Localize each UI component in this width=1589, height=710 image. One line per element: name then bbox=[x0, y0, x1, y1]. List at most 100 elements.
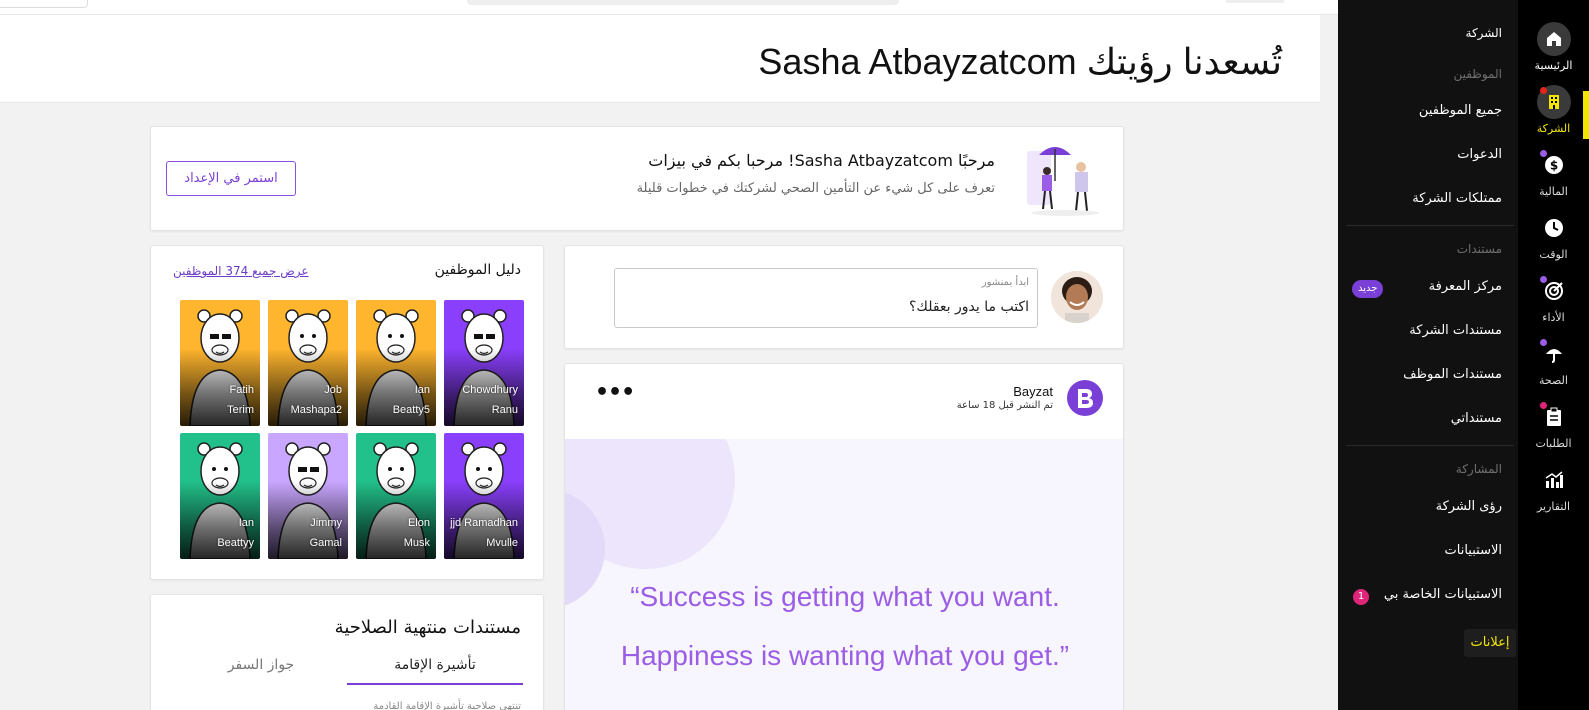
nav-reports[interactable]: التقارير bbox=[1518, 463, 1589, 513]
nav-requests[interactable]: الطلبات bbox=[1518, 400, 1589, 450]
chart-icon bbox=[1537, 463, 1571, 497]
menu-item-company-assets[interactable]: ممتلكات الشركة bbox=[1412, 191, 1502, 206]
quote-line-1: “Success is getting what you want. bbox=[630, 581, 1060, 612]
onboarding-illustration bbox=[1027, 147, 1099, 216]
menu-item-all-employees[interactable]: جميع الموظفين bbox=[1419, 103, 1502, 118]
continue-setup-button[interactable]: استمر في الإعداد bbox=[166, 161, 296, 196]
menu-item-my-surveys[interactable]: الاستبيانات الخاصة بي bbox=[1384, 587, 1502, 602]
menu-section-engagement: المشاركة bbox=[1455, 462, 1502, 476]
employee-first-name: Fatih bbox=[229, 384, 254, 396]
menu-header-company: الشركة bbox=[1465, 26, 1502, 40]
nav-finance-label: المالية bbox=[1539, 185, 1568, 198]
employee-first-name: Job bbox=[324, 384, 342, 396]
feed-post-card: Bayzat تم النشر قبل 18 ساعة ••• “Success… bbox=[564, 363, 1124, 710]
menu-item-employee-documents[interactable]: مستندات الموظف bbox=[1403, 367, 1502, 382]
main-nav-rail: الرئيسية الشركة $ المالية الوقت الأداء ا… bbox=[1518, 0, 1589, 710]
directory-title: دليل الموظفين bbox=[434, 262, 521, 278]
document-row-text: تنتهي صلاحية تأشيرة الإقامة القادمة bbox=[373, 701, 521, 710]
umbrella-icon bbox=[1537, 337, 1571, 371]
active-nav-indicator bbox=[1583, 91, 1589, 139]
menu-item-announcements[interactable]: إعلانات bbox=[1464, 629, 1516, 657]
employee-tile[interactable]: Job Mashapa2 bbox=[268, 300, 348, 426]
company-menu-panel: الشركة الموظفين جميع الموظفين الدعوات مم… bbox=[1338, 0, 1518, 710]
employee-first-name: Ian bbox=[414, 384, 430, 396]
employee-first-name: Chowdhury bbox=[462, 384, 518, 396]
welcome-subtitle: تعرف على كل شيء عن التأمين الصحي لشركتك … bbox=[636, 181, 995, 196]
welcome-card: مرحبًا Sasha Atbayzatcom! مرحبا بكم في ب… bbox=[150, 126, 1124, 231]
employee-tile[interactable]: Ian Beatty5 bbox=[356, 300, 436, 426]
employee-last-name: Beattyy bbox=[217, 537, 254, 549]
expired-documents-title: مستندات منتهية الصلاحية bbox=[334, 617, 521, 638]
menu-item-knowledge-center[interactable]: مركز المعرفة bbox=[1429, 279, 1502, 294]
top-search-bar[interactable] bbox=[467, 0, 899, 5]
nav-company-label: الشركة bbox=[1536, 122, 1571, 135]
nav-health[interactable]: الصحة bbox=[1518, 337, 1589, 387]
post-author[interactable]: Bayzat bbox=[1013, 384, 1053, 399]
notification-dot bbox=[1539, 402, 1547, 409]
notification-dot bbox=[1539, 87, 1547, 94]
employee-tile[interactable]: Fatih Terim bbox=[180, 300, 260, 426]
menu-item-invitations[interactable]: الدعوات bbox=[1457, 147, 1502, 162]
nav-health-label: الصحة bbox=[1539, 374, 1568, 387]
nav-company[interactable]: الشركة bbox=[1518, 85, 1589, 135]
nav-performance[interactable]: الأداء bbox=[1518, 274, 1589, 324]
menu-section-employees: الموظفين bbox=[1453, 67, 1502, 81]
nav-time-label: الوقت bbox=[1539, 248, 1568, 261]
employee-tile[interactable]: Elon Musk bbox=[356, 433, 436, 559]
bayzat-logo-icon bbox=[1067, 380, 1103, 416]
clipboard-icon bbox=[1537, 400, 1571, 434]
menu-section-documents: مستندات bbox=[1456, 242, 1502, 256]
employee-tile[interactable]: jjd Ramadhan Mvulle bbox=[444, 433, 524, 559]
home-icon bbox=[1536, 22, 1571, 56]
page-header: تُسعدنا رؤيتك Sasha Atbayzatcom bbox=[0, 15, 1338, 103]
nav-home-label: الرئيسية bbox=[1534, 59, 1573, 72]
main-scrollbar[interactable] bbox=[1320, 15, 1338, 710]
new-badge: جديد bbox=[1352, 280, 1384, 298]
tab-residence-visa[interactable]: تأشيرة الإقامة bbox=[347, 657, 523, 685]
page-title: تُسعدنا رؤيتك Sasha Atbayzatcom bbox=[758, 41, 1282, 82]
notification-dot bbox=[1539, 339, 1547, 346]
employee-tile[interactable]: Chowdhury Ranu bbox=[444, 300, 524, 426]
target-icon bbox=[1537, 274, 1571, 308]
view-all-employees-link[interactable]: عرض جميع 374 الموظفين bbox=[173, 264, 309, 278]
nav-performance-label: الأداء bbox=[1542, 311, 1565, 324]
top-left-control[interactable] bbox=[0, 0, 88, 8]
employee-last-name: Musk bbox=[403, 537, 430, 549]
employee-last-name: Mvulle bbox=[486, 537, 518, 549]
employee-last-name: Beatty5 bbox=[392, 404, 430, 416]
employee-tile[interactable]: Ian Beattyy bbox=[180, 433, 260, 559]
menu-divider bbox=[1346, 225, 1514, 226]
nav-home[interactable]: الرئيسية bbox=[1518, 22, 1589, 72]
nav-time[interactable]: الوقت bbox=[1518, 211, 1589, 261]
nav-requests-label: الطلبات bbox=[1535, 437, 1572, 450]
menu-item-surveys[interactable]: الاستبيانات bbox=[1445, 543, 1502, 558]
nav-finance[interactable]: $ المالية bbox=[1518, 148, 1589, 198]
notification-dot bbox=[1539, 276, 1547, 283]
menu-item-company-insights[interactable]: رؤى الشركة bbox=[1436, 499, 1502, 514]
post-input[interactable]: ابدأ بمنشور اكتب ما يدور بعقلك؟ bbox=[614, 268, 1038, 328]
top-strip bbox=[0, 0, 1338, 15]
menu-item-company-documents[interactable]: مستندات الشركة bbox=[1409, 323, 1502, 338]
employee-tile[interactable]: Jimmy Gamal bbox=[268, 433, 348, 559]
employee-last-name: Ranu bbox=[491, 404, 518, 416]
notification-dot bbox=[1539, 150, 1547, 157]
clock-icon bbox=[1537, 211, 1571, 245]
quote-line-2: Happiness is wanting what you get.” bbox=[620, 640, 1070, 671]
my-surveys-count-badge: 1 bbox=[1353, 589, 1369, 605]
welcome-title: مرحبًا Sasha Atbayzatcom! مرحبا بكم في ب… bbox=[648, 151, 995, 170]
employee-first-name: Elon bbox=[407, 517, 430, 529]
employee-first-name: Ian bbox=[238, 517, 254, 529]
menu-item-my-documents[interactable]: مستنداتي bbox=[1451, 411, 1502, 426]
employee-first-name: Jimmy bbox=[310, 517, 342, 529]
tab-passport[interactable]: جواز السفر bbox=[181, 657, 341, 685]
svg-text:$: $ bbox=[1549, 159, 1557, 173]
post-more-options-icon[interactable]: ••• bbox=[595, 382, 635, 404]
nav-reports-label: التقارير bbox=[1536, 500, 1571, 513]
post-timestamp: تم النشر قبل 18 ساعة bbox=[956, 400, 1053, 411]
dollar-icon: $ bbox=[1537, 148, 1571, 182]
building-icon bbox=[1536, 85, 1571, 119]
post-input-value: اكتب ما يدور بعقلك؟ bbox=[908, 299, 1029, 315]
top-right-control[interactable] bbox=[1226, 0, 1284, 3]
employee-directory-card: دليل الموظفين عرض جميع 374 الموظفين Chow… bbox=[150, 245, 544, 580]
employee-last-name: Mashapa2 bbox=[290, 404, 342, 416]
